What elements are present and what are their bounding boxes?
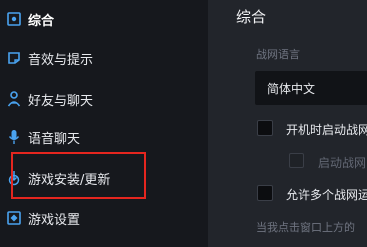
gear-icon bbox=[7, 11, 21, 27]
sidebar-item-label: 好友与聊天 bbox=[28, 93, 94, 109]
sidebar-item-label: 音效与提示 bbox=[28, 52, 94, 68]
speaker-icon bbox=[7, 50, 21, 66]
multi-instance-checkbox[interactable] bbox=[257, 185, 273, 201]
sidebar-item-label: 游戏安装/更新 bbox=[28, 172, 111, 188]
startup-sub-checkbox-label: 启动战网 bbox=[318, 156, 367, 170]
sidebar-item-label: 语音聊天 bbox=[28, 131, 81, 147]
settings-main-panel: 综合 战网语言 简体中文 开机时启动战网 启动战网 允许多个战网运 当我点击窗口… bbox=[208, 0, 367, 247]
microphone-icon bbox=[7, 129, 21, 145]
sidebar-item-game-settings[interactable]: 游戏设置 bbox=[0, 199, 208, 237]
window-close-section-label: 当我点击窗口上方的 bbox=[256, 221, 355, 234]
settings-window: 综合 音效与提示 好友与聊天 语音聊天 游戏安装/更新 游戏设置 综合 战网语言… bbox=[0, 0, 367, 247]
sidebar-item-label: 游戏设置 bbox=[28, 212, 81, 228]
language-select[interactable]: 简体中文 bbox=[255, 71, 367, 105]
multi-instance-checkbox-label: 允许多个战网运 bbox=[286, 188, 367, 202]
startup-checkbox[interactable] bbox=[257, 120, 273, 136]
settings-sidebar: 综合 音效与提示 好友与聊天 语音聊天 游戏安装/更新 游戏设置 bbox=[0, 0, 208, 247]
sidebar-item-game-install-update[interactable]: 游戏安装/更新 bbox=[0, 159, 208, 197]
sidebar-item-general[interactable]: 综合 bbox=[0, 0, 208, 38]
sidebar-item-voice-chat[interactable]: 语音聊天 bbox=[0, 118, 208, 156]
language-section-label: 战网语言 bbox=[256, 48, 300, 61]
sidebar-item-friends[interactable]: 好友与聊天 bbox=[0, 80, 208, 118]
startup-sub-checkbox[interactable] bbox=[289, 153, 304, 168]
page-title: 综合 bbox=[236, 8, 267, 26]
download-icon bbox=[7, 170, 21, 186]
person-icon bbox=[7, 91, 21, 107]
startup-checkbox-label: 开机时启动战网 bbox=[286, 123, 367, 137]
sidebar-item-label: 综合 bbox=[28, 13, 55, 29]
language-select-value: 简体中文 bbox=[267, 82, 316, 96]
gamepad-icon bbox=[7, 210, 21, 226]
sidebar-item-sound[interactable]: 音效与提示 bbox=[0, 39, 208, 77]
